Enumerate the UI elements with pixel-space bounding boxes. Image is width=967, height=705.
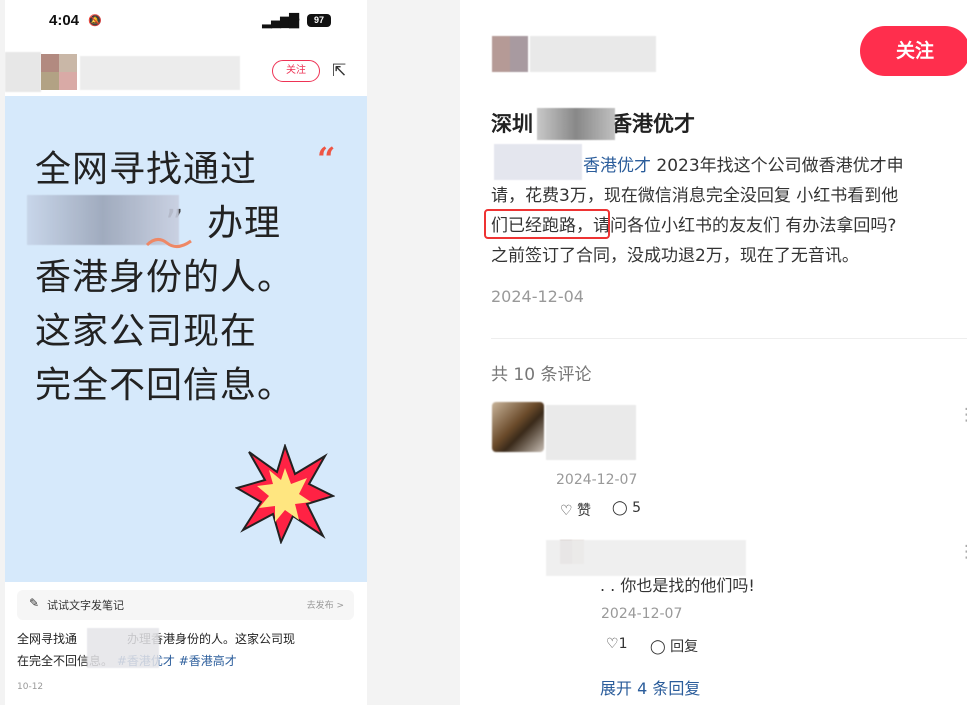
reply-label: 回复 (670, 639, 699, 655)
reply-like-button[interactable]: ♡1 (606, 636, 627, 652)
comment-icon: ◯ (650, 639, 666, 655)
comment-date: 2024-12-07 (556, 472, 638, 488)
cover-line: 办理 (207, 203, 282, 244)
reply-body: 你也是找的他们吗! (620, 576, 755, 595)
like-label: 赞 (577, 503, 592, 519)
highlight-box (484, 209, 610, 239)
reply-count: 5 (632, 500, 642, 516)
try-text-note-bar[interactable]: ✎ 试试文字发笔记 去发布 > (17, 590, 354, 620)
title-part: 深圳 (491, 112, 533, 136)
follow-button[interactable]: 关注 (860, 26, 967, 76)
hashtag[interactable]: 香港优才 (583, 156, 651, 176)
phone-screenshot: 4:04 🔕 ▂▄▆█ ◠ 97 关注 ⇱ 全网寻找通过 ” 办理 香港身份的人… (5, 0, 367, 705)
background-gap (367, 0, 460, 705)
more-icon[interactable]: ⋮ (958, 542, 967, 562)
more-icon[interactable]: ⋮ (958, 405, 967, 425)
body-line: 请问各位小红书的友友们 有办法拿回吗? (593, 216, 897, 236)
author-name-blurred[interactable] (530, 36, 656, 72)
avatar (5, 52, 41, 92)
note-text-part: 全网寻找通 (17, 632, 78, 646)
pencil-icon: ✎ (29, 596, 40, 610)
mute-bell-icon: 🔕 (88, 14, 102, 27)
note-detail-panel: 关注 深圳 香港优才 香港优才 2023年找这个公司做香港优才申 请，花费3万，现… (460, 0, 967, 705)
reply-prefix: . . (600, 576, 616, 595)
post-date: 2024-12-04 (491, 287, 584, 306)
body-line: 请，花费3万，现在微信消息完全没回复 小红书看到他 (491, 186, 899, 206)
like-button[interactable]: ♡ 赞 (560, 500, 591, 520)
squiggle-mark (145, 238, 192, 248)
status-time: 4:04 (49, 12, 80, 29)
note-blurred-text (87, 628, 159, 668)
title-blurred (537, 108, 615, 140)
explosion-icon (235, 444, 335, 544)
reply-text: . . 你也是找的他们吗! (600, 572, 755, 596)
replier-name-blurred[interactable] (546, 540, 746, 576)
body-blurred (494, 144, 582, 180)
body-line: 2023年找这个公司做香港优才申 (656, 156, 904, 176)
divider (491, 338, 967, 339)
commenter-avatar[interactable] (492, 402, 544, 452)
cover-line: 全网寻找通过 (35, 149, 258, 190)
like-count: 1 (618, 636, 628, 652)
reply-date: 2024-12-07 (601, 606, 683, 622)
cover-line: 这家公司现在 (35, 311, 258, 352)
avatar (41, 72, 77, 90)
reply-reply-button[interactable]: ◯ 回复 (650, 636, 698, 656)
cover-text: 全网寻找通过 ” 办理 香港身份的人。 这家公司现在 完全不回信息。 (35, 143, 335, 413)
battery-icon: 97 (307, 14, 331, 27)
title-part: 香港优才 (611, 112, 695, 136)
publish-link[interactable]: 去发布 > (307, 598, 344, 611)
username-blurred (80, 56, 240, 90)
status-bar: 4:04 🔕 ▂▄▆█ ◠ 97 (5, 0, 367, 44)
hashtag[interactable]: #香港高才 (179, 654, 237, 668)
try-text-label: 试试文字发笔记 (47, 599, 124, 612)
note-text: 全网寻找通办理香港身份的人。这家公司现 在完全不回信息。 #香港优才 #香港高才 (17, 628, 357, 672)
comment-count: 共 10 条评论 (491, 365, 592, 385)
cover-quote-open: “ (317, 140, 336, 178)
cover-line: 完全不回信息。 (35, 365, 295, 406)
share-icon[interactable]: ⇱ (332, 61, 346, 81)
reply-button[interactable]: ◯ 5 (612, 500, 641, 516)
expand-replies-link[interactable]: 展开 4 条回复 (600, 675, 700, 699)
commenter-name-blurred[interactable] (546, 405, 636, 460)
body-line: 之前签订了合同，没成功退2万，现在了无音讯。 (491, 246, 859, 266)
wifi-icon: ◠ (288, 12, 301, 28)
heart-icon: ♡ (606, 636, 619, 652)
cover-line: 香港身份的人。 (35, 257, 295, 298)
follow-button-small[interactable]: 关注 (272, 60, 320, 82)
author-avatar[interactable] (492, 36, 528, 72)
heart-icon: ♡ (560, 503, 573, 519)
note-date: 10-12 (17, 682, 44, 692)
comment-icon: ◯ (612, 500, 628, 516)
